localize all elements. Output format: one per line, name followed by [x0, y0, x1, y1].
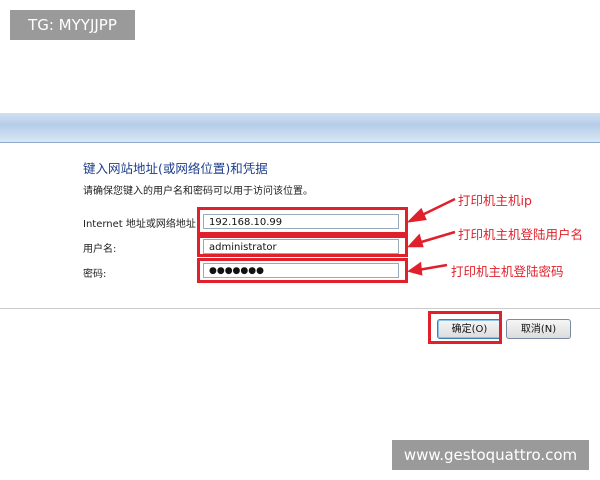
annotation-password: 打印机主机登陆密码 [451, 264, 564, 279]
arrow-ip-head [406, 207, 427, 223]
highlight-box-ok [428, 311, 502, 344]
annotation-username: 打印机主机登陆用户名 [458, 227, 584, 242]
arrow-username-head [407, 233, 424, 248]
dialog-separator [0, 308, 600, 309]
watermark-bottom: www.gestoquattro.com [392, 440, 589, 470]
arrow-password-head [407, 261, 423, 276]
arrow-username-line [417, 230, 456, 245]
cancel-button[interactable]: 取消(N) [506, 319, 571, 339]
annotation-ip: 打印机主机ip [458, 193, 532, 208]
arrow-password-line [417, 263, 448, 272]
